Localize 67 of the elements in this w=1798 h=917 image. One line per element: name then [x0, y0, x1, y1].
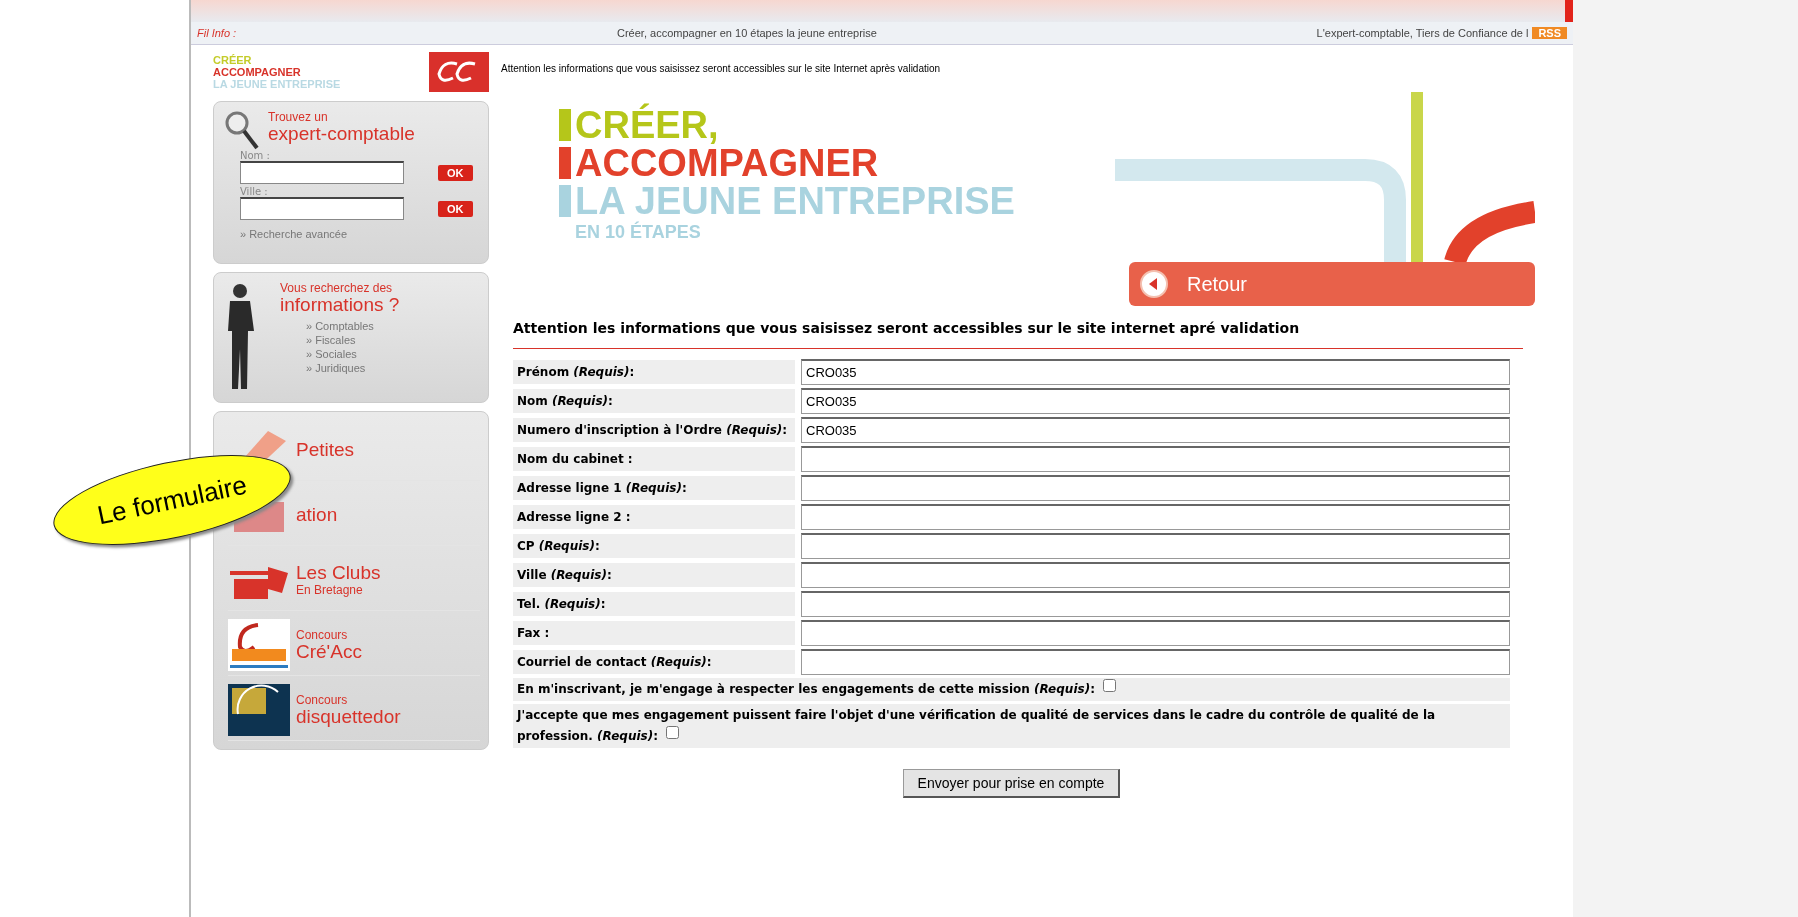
input-field[interactable] — [801, 533, 1510, 559]
ticker-text[interactable]: Créer, accompagner en 10 étapes la jeune entreprise — [617, 27, 1137, 39]
category-link[interactable]: » Fiscales — [306, 333, 400, 347]
input-field[interactable]: CRO035 — [801, 388, 1510, 414]
tagline-text: L'expert-comptable, Tiers de Confiance de l — [1315, 27, 1530, 39]
link-title[interactable]: Cré'Acc — [296, 642, 362, 662]
input-field[interactable]: CRO035 — [801, 417, 1510, 443]
ok-button[interactable]: OK — [438, 200, 473, 217]
banner-heading: EN 10 ÉTAPES — [575, 220, 701, 244]
panel-kicker: Trouvez un — [268, 110, 329, 124]
field-label: Ville : — [240, 186, 269, 197]
logo-text: CRÉER — [213, 54, 253, 66]
field-label: Nom (Requis): — [513, 389, 795, 413]
ok-button[interactable]: OK — [438, 164, 473, 181]
search-field[interactable] — [240, 197, 404, 220]
cc-logo-icon — [429, 52, 489, 92]
field-label: Tel. (Requis): — [513, 592, 795, 616]
input-field[interactable] — [801, 562, 1510, 588]
search-field[interactable] — [240, 161, 404, 184]
link-subtitle: Concours — [296, 693, 349, 707]
input-field[interactable] — [801, 591, 1510, 617]
field-label: Fax : — [513, 621, 795, 645]
submit-button[interactable]: Envoyer pour prise en compte — [902, 769, 1121, 798]
input-field[interactable] — [801, 620, 1510, 646]
field-label: Adresse ligne 1 (Requis): — [513, 476, 795, 500]
input-field[interactable] — [801, 446, 1510, 472]
advanced-search-link[interactable]: » Recherche avancée — [240, 228, 347, 240]
field-label: Courriel de contact (Requis): — [513, 650, 795, 674]
checkbox[interactable] — [1103, 679, 1117, 692]
agreement-text: J'accepte que mes engagement puissent faire l'objet d'une vérification de qualité de services dans le cadre du contrôle de qualité de la profession. (Requis): — [515, 707, 1437, 745]
banner-heading: LA JEUNE ENTREPRISE — [575, 182, 1015, 220]
link-title[interactable]: Petites — [296, 440, 355, 460]
panel-kicker: Vous recherchez des — [280, 281, 394, 295]
field-label: Ville (Requis): — [513, 563, 795, 587]
field-label: Nom : — [240, 150, 271, 161]
category-link[interactable]: » Comptables — [306, 319, 400, 333]
link-subtitle: Concours — [296, 628, 349, 642]
input-field[interactable] — [801, 475, 1510, 501]
ticker-label: Fil Info : — [197, 27, 238, 39]
input-field[interactable]: CRO035 — [801, 359, 1510, 385]
category-link[interactable]: » Juridiques — [306, 361, 400, 375]
input-field[interactable] — [801, 649, 1510, 675]
form-heading: Attention les informations que vous saisissez seront accessibles sur le site internet apré validation — [513, 320, 1523, 349]
agreement-text: En m'inscrivant, je m'engage à respecter les engagements de cette mission (Requis): — [513, 678, 1510, 701]
logo-text: ACCOMPAGNER — [213, 66, 302, 78]
category-link[interactable]: » Sociales — [306, 347, 400, 361]
field-label: CP (Requis): — [513, 534, 795, 558]
field-label: Nom du cabinet : — [513, 447, 795, 471]
back-button[interactable]: Retour — [1129, 262, 1535, 306]
panel-title: informations ? — [280, 295, 400, 315]
notice-text: Attention les informations que vous saisissez seront accessibles sur le site Internet après validation — [501, 63, 942, 74]
link-subtitle: En Bretagne — [296, 583, 364, 597]
field-label: Adresse ligne 2 : — [513, 505, 795, 529]
field-label: Numero d'inscription à l'Ordre (Requis): — [513, 418, 795, 442]
logo-text: LA JEUNE ENTREPRISE — [213, 78, 341, 90]
site-logo[interactable]: CRÉER ACCOMPAGNER LA JEUNE ENTREPRISE — [213, 51, 489, 93]
link-title[interactable]: ation — [296, 505, 338, 525]
banner-heading: ACCOMPAGNER — [575, 144, 879, 182]
rss-badge[interactable]: RSS — [1532, 27, 1567, 39]
field-label: Prénom (Requis): — [513, 360, 795, 384]
checkbox[interactable] — [666, 726, 680, 739]
creacc-logo-icon — [228, 619, 290, 671]
link-title[interactable]: disquettedor — [296, 707, 401, 727]
search-icon — [224, 110, 260, 150]
link-title[interactable]: Les Clubs — [296, 563, 381, 583]
input-field[interactable] — [801, 504, 1510, 530]
panel-title: expert-comptable — [268, 124, 415, 144]
